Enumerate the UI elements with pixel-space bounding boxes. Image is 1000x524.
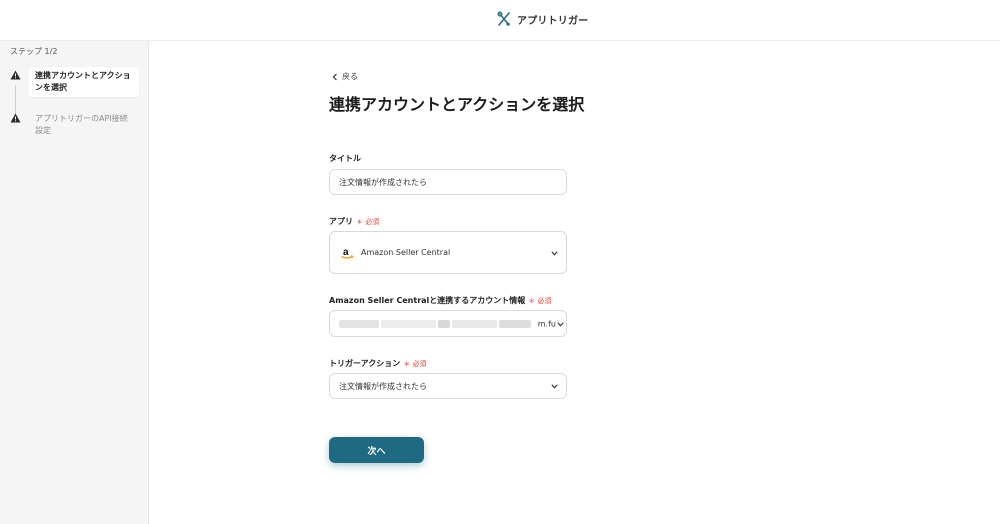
warning-icon — [10, 70, 21, 80]
svg-text:a: a — [343, 247, 349, 258]
back-link[interactable]: 戻る — [332, 71, 358, 82]
title-field-label: タイトル — [329, 154, 361, 163]
masked-account-value — [339, 319, 539, 329]
required-badge: ＊ 必須 — [356, 218, 380, 226]
account-value-tail: m.fu — [537, 319, 556, 328]
chevron-down-icon — [551, 250, 558, 256]
app-select[interactable]: a Amazon Seller Central — [329, 231, 567, 274]
required-badge: ＊ 必須 — [403, 360, 427, 368]
sidebar-step-label: アプリトリガーのAPI接続設定 — [35, 114, 128, 135]
brand: アプリトリガー — [497, 11, 588, 27]
wrench-cross-icon — [497, 11, 510, 26]
required-badge: ＊ 必須 — [528, 297, 552, 305]
top-bar: アプリトリガー — [0, 0, 1000, 41]
chevron-down-icon — [557, 321, 564, 327]
back-label: 戻る — [342, 72, 358, 81]
warning-icon — [10, 113, 21, 123]
amazon-icon: a — [339, 245, 355, 261]
trigger-action-value: 注文情報が作成されたら — [339, 381, 427, 391]
step-counter: ステップ 1/2 — [10, 47, 58, 56]
app-field-label: アプリ＊ 必須 — [329, 217, 380, 226]
app-name: アプリトリガー — [517, 15, 589, 27]
sidebar: ステップ 1/2 連携アカウントとアクションを選択 アプリトリガーのAPI接続設… — [0, 41, 149, 524]
title-input-value: 注文情報が作成されたら — [339, 177, 427, 187]
step-connector — [15, 85, 16, 115]
account-select[interactable]: m.fu — [329, 310, 567, 337]
account-field-label: Amazon Seller Centralと連携するアカウント情報＊ 必須 — [329, 296, 552, 305]
trigger-action-select[interactable]: 注文情報が作成されたら — [329, 373, 567, 399]
app-select-value: Amazon Seller Central — [361, 248, 451, 257]
page-title: 連携アカウントとアクションを選択 — [329, 95, 585, 114]
title-input[interactable]: 注文情報が作成されたら — [329, 169, 567, 195]
sidebar-step-label: 連携アカウントとアクションを選択 — [28, 67, 139, 97]
trigger-action-label: トリガーアクション＊ 必須 — [329, 359, 427, 368]
chevron-down-icon — [551, 384, 558, 389]
next-button[interactable]: 次へ — [329, 437, 424, 463]
chevron-left-icon — [332, 73, 337, 80]
